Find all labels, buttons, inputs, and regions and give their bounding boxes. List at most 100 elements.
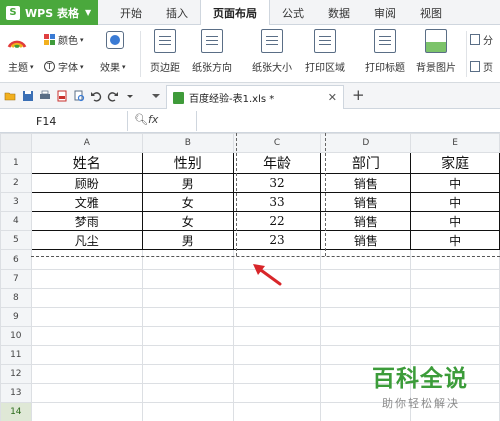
cell[interactable]: 销售 (320, 230, 412, 251)
menu-tab[interactable]: 开始 (108, 0, 154, 25)
cell[interactable]: 梦雨 (30, 211, 143, 232)
theme-dropdown[interactable]: 主题 ▾ (8, 59, 34, 75)
close-icon[interactable]: ✕ (328, 91, 337, 104)
cell[interactable]: 顾盼 (30, 173, 143, 194)
menu-tab[interactable]: 公式 (270, 0, 316, 25)
cell[interactable]: 中 (410, 230, 500, 251)
cell[interactable] (410, 325, 500, 346)
page-view-button[interactable]: 页 (470, 59, 493, 74)
row-header[interactable]: 14 (0, 402, 32, 421)
row-header[interactable]: 1 (0, 152, 32, 175)
print-area-button[interactable]: 打印区域 (305, 29, 345, 74)
cell[interactable] (232, 306, 322, 327)
cell[interactable] (320, 306, 412, 327)
column-header[interactable]: D (320, 133, 412, 154)
cell[interactable] (141, 383, 234, 404)
more-icon[interactable] (124, 90, 136, 102)
paper-size-button[interactable]: 纸张大小 (252, 29, 292, 74)
fonts-dropdown[interactable]: T 字体 ▾ (44, 59, 84, 74)
cell[interactable] (141, 249, 234, 270)
cell[interactable] (320, 268, 412, 289)
cell[interactable]: 性别 (141, 152, 234, 175)
row-header[interactable]: 2 (0, 173, 32, 194)
row-header[interactable]: 11 (0, 344, 32, 366)
row-header[interactable]: 4 (0, 211, 32, 232)
cell[interactable]: 32 (232, 173, 322, 194)
cell[interactable]: 中 (410, 211, 500, 232)
cell[interactable]: 家庭 (410, 152, 500, 175)
cell[interactable] (30, 344, 143, 366)
select-all-corner[interactable] (0, 133, 32, 154)
cell[interactable]: 销售 (320, 211, 412, 232)
cell[interactable] (30, 364, 143, 385)
cell[interactable] (232, 325, 322, 346)
cell[interactable]: 销售 (320, 173, 412, 194)
cell[interactable]: 33 (232, 192, 322, 213)
colors-dropdown[interactable]: 颜色 ▾ (44, 32, 84, 47)
cell[interactable] (320, 249, 412, 270)
effects-dropdown[interactable]: 效果 ▾ (100, 59, 126, 75)
column-header[interactable]: B (141, 133, 234, 154)
cell[interactable] (320, 325, 412, 346)
column-header[interactable]: C (232, 133, 322, 154)
effects-button[interactable] (106, 29, 124, 57)
cell[interactable] (141, 287, 234, 308)
zoom-search-icon[interactable]: 🔍︎ (134, 113, 148, 126)
cell[interactable] (410, 287, 500, 308)
cell[interactable] (141, 268, 234, 289)
open-folder-icon[interactable] (4, 90, 16, 102)
cell[interactable] (30, 268, 143, 289)
cell[interactable] (141, 402, 234, 421)
print-titles-button[interactable]: 打印标题 (365, 29, 405, 74)
orientation-button[interactable]: 纸张方向 (192, 29, 232, 74)
column-header[interactable]: E (410, 133, 500, 154)
cell[interactable] (141, 306, 234, 327)
menu-tab[interactable]: 插入 (154, 0, 200, 25)
cell[interactable] (232, 402, 322, 421)
cell[interactable]: 凡尘 (30, 230, 143, 251)
cell[interactable]: 年龄 (232, 152, 322, 175)
row-header[interactable]: 10 (0, 325, 32, 346)
cell[interactable]: 销售 (320, 192, 412, 213)
save-icon[interactable] (22, 90, 34, 102)
tab-list-chevron-icon[interactable] (150, 90, 162, 102)
cell[interactable] (30, 325, 143, 346)
row-header[interactable]: 5 (0, 230, 32, 251)
cell[interactable]: 22 (232, 211, 322, 232)
new-tab-icon[interactable]: + (352, 86, 365, 104)
cell[interactable]: 女 (141, 192, 234, 213)
column-header[interactable]: A (30, 133, 143, 154)
cell[interactable] (232, 364, 322, 385)
cell[interactable]: 男 (141, 173, 234, 194)
cell[interactable] (30, 383, 143, 404)
redo-icon[interactable] (107, 90, 119, 102)
margins-button[interactable]: 页边距 (150, 29, 180, 74)
app-menu-button[interactable]: S WPS 表格 ▼ (0, 0, 98, 25)
page-break-button[interactable]: 分 (470, 32, 493, 47)
cell[interactable] (410, 306, 500, 327)
row-header[interactable]: 12 (0, 364, 32, 385)
fx-icon[interactable]: fx (148, 113, 158, 126)
cell[interactable]: 女 (141, 211, 234, 232)
row-header[interactable]: 7 (0, 268, 32, 289)
cell[interactable]: 男 (141, 230, 234, 251)
name-box[interactable]: F14 (0, 111, 128, 131)
cell[interactable] (410, 249, 500, 270)
document-tab[interactable]: 百度经验-表1.xls * ✕ (166, 85, 344, 109)
cell[interactable] (30, 249, 143, 270)
cell[interactable] (320, 287, 412, 308)
menu-tab[interactable]: 数据 (316, 0, 362, 25)
cell[interactable]: 姓名 (30, 152, 143, 175)
row-header[interactable]: 9 (0, 306, 32, 327)
cell[interactable] (30, 306, 143, 327)
cell[interactable] (232, 383, 322, 404)
menu-tab[interactable]: 审阅 (362, 0, 408, 25)
cell[interactable] (232, 287, 322, 308)
print-preview-icon[interactable] (73, 90, 85, 102)
row-header[interactable]: 13 (0, 383, 32, 404)
cell[interactable]: 部门 (320, 152, 412, 175)
formula-input[interactable] (196, 111, 500, 131)
row-header[interactable]: 6 (0, 249, 32, 270)
cell[interactable] (232, 344, 322, 366)
cell[interactable] (141, 364, 234, 385)
